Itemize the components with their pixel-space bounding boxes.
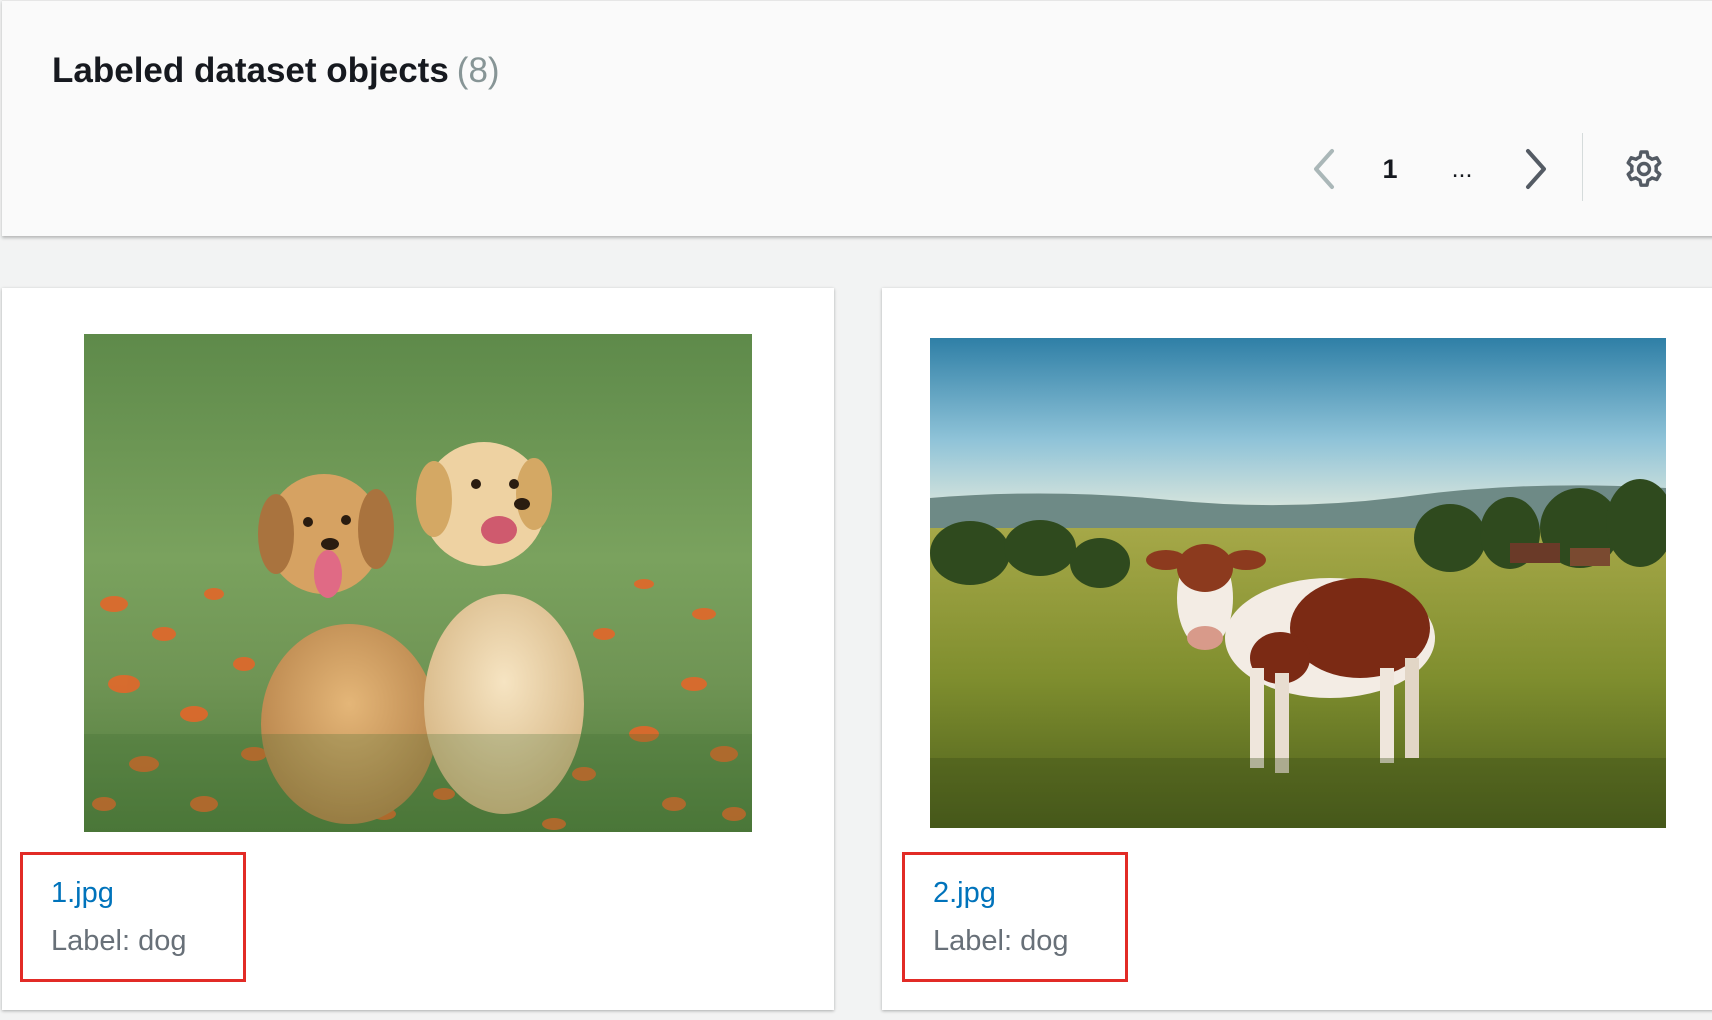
- settings-button[interactable]: [1622, 147, 1666, 191]
- chevron-right-icon: [1526, 149, 1546, 189]
- object-image-thumbnail[interactable]: [84, 334, 752, 832]
- object-details-highlight: 2.jpg Label: dog: [902, 852, 1128, 982]
- object-filename-link[interactable]: 2.jpg: [933, 877, 996, 910]
- cow-image: [930, 338, 1666, 828]
- pagination-ellipsis: ...: [1451, 155, 1473, 183]
- object-image-thumbnail[interactable]: [930, 338, 1666, 828]
- dataset-object-card: 1.jpg Label: dog: [2, 288, 834, 1010]
- page-title-text: Labeled dataset objects: [52, 51, 449, 90]
- object-count: (8): [456, 51, 500, 90]
- previous-page-button[interactable]: [1306, 145, 1342, 193]
- page-title: Labeled dataset objects (8): [52, 51, 500, 91]
- next-page-button[interactable]: [1518, 145, 1554, 193]
- object-filename-link[interactable]: 1.jpg: [51, 877, 114, 910]
- pager-divider: [1582, 133, 1583, 201]
- gear-icon: [1626, 150, 1662, 187]
- puppies-image: [84, 334, 752, 832]
- object-label: Label: dog: [933, 925, 1069, 957]
- chevron-left-icon: [1314, 149, 1334, 189]
- object-details-highlight: 1.jpg Label: dog: [20, 852, 246, 982]
- page-number-current[interactable]: 1: [1372, 149, 1408, 189]
- dataset-object-card: 2.jpg Label: dog: [882, 288, 1712, 1010]
- page: Labeled dataset objects (8) 1 ... 1.jpg …: [0, 0, 1712, 1020]
- header-panel: Labeled dataset objects (8) 1 ...: [2, 0, 1712, 236]
- object-label: Label: dog: [51, 925, 187, 957]
